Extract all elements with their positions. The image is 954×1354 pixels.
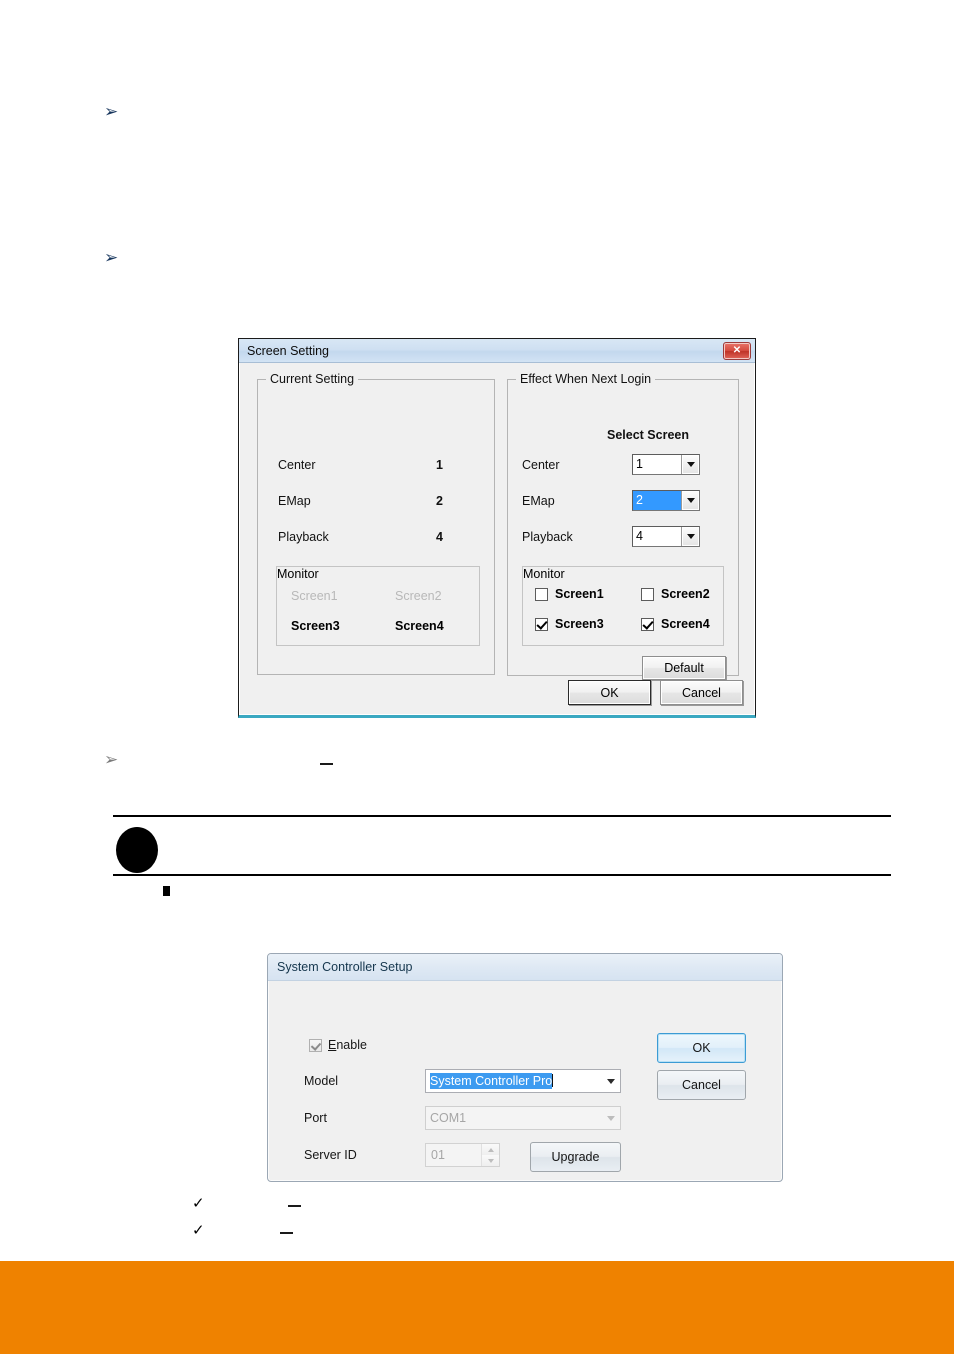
arrow-bullet-1: ➢ [104,102,119,122]
current-monitor-screen2: Screen2 [395,589,442,603]
text-caret [552,1074,554,1087]
emap-screen-select[interactable]: 2 [632,490,700,511]
checkbox-screen4-box[interactable] [641,617,654,631]
chevron-down-icon[interactable] [602,1070,620,1092]
checkbox-screen1-box[interactable] [535,587,548,601]
enable-checkbox-box[interactable] [309,1038,322,1052]
chevron-down-icon[interactable] [602,1107,620,1129]
check-bullet-2: ✓ [192,1221,205,1239]
footer-band [0,1261,954,1354]
next-playback-label: Playback [522,530,573,544]
playback-screen-select[interactable]: 4 [632,526,700,547]
dialog-title: Screen Setting [247,343,329,358]
checkbox-screen2[interactable]: Screen2 [641,587,710,601]
next-center-label: Center [522,458,560,472]
chevron-down-icon[interactable] [681,527,699,546]
checkbox-screen2-box[interactable] [641,587,654,601]
current-monitor-screen4: Screen4 [395,619,444,633]
dialog-body: Current Setting Center 1 EMap 2 Playback… [239,363,755,717]
dialog-titlebar[interactable]: Screen Setting ✕ [239,339,755,363]
current-emap-label: EMap [278,494,311,508]
current-monitor-screen3: Screen3 [291,619,340,633]
model-value: System Controller Pro [430,1073,553,1089]
current-center-value: 1 [436,458,443,472]
enable-checkbox[interactable]: Enable [309,1038,367,1052]
arrow-bullet-3: ➢ [104,750,119,770]
upgrade-button[interactable]: Upgrade [530,1142,621,1172]
spinner-down-icon[interactable] [482,1155,499,1166]
current-emap-value: 2 [436,494,443,508]
server-id-stepper[interactable]: 01 [425,1143,500,1167]
chevron-down-icon[interactable] [681,491,699,510]
note-bullet-circle [116,827,158,873]
cancel-button-2[interactable]: Cancel [657,1070,746,1100]
port-select[interactable]: COM1 [425,1106,621,1130]
close-icon[interactable]: ✕ [723,341,751,360]
emap-screen-value: 2 [633,491,681,510]
screen-setting-dialog: Screen Setting ✕ Current Setting Center … [238,338,756,718]
arrow-bullet-2: ➢ [104,248,119,268]
model-value-wrap: System Controller Pro [426,1070,602,1092]
checkbox-screen1-label: Screen1 [555,587,604,601]
current-playback-value: 4 [436,530,443,544]
effect-next-login-group: Effect When Next Login Select Screen Cen… [507,372,739,680]
system-controller-setup-dialog: System Controller Setup Enable Model Sys… [267,953,783,1182]
square-bullet [163,886,170,896]
port-label: Port [304,1111,327,1125]
checkbox-screen4[interactable]: Screen4 [641,617,710,631]
ok-button[interactable]: OK [568,680,651,705]
checkbox-screen4-label: Screen4 [661,617,710,631]
checkbox-screen3-box[interactable] [535,617,548,631]
ok-button-2[interactable]: OK [657,1033,746,1063]
note-top-rule [113,815,891,817]
select-screen-header: Select Screen [607,428,689,442]
server-id-spin-buttons[interactable] [481,1144,499,1166]
current-setting-legend: Current Setting [266,372,359,386]
dialog2-titlebar[interactable]: System Controller Setup [268,954,782,981]
checkbox-screen2-label: Screen2 [661,587,710,601]
current-monitor-legend: Monitor [277,567,319,581]
cancel-button[interactable]: Cancel [660,680,743,705]
center-screen-select[interactable]: 1 [632,454,700,475]
model-label: Model [304,1074,339,1088]
effect-next-login-legend: Effect When Next Login [516,372,656,386]
current-center-label: Center [278,458,316,472]
dash-mark-3 [280,1232,293,1234]
next-monitor-group: Monitor Screen1 Screen2 Screen3 Screen4 [522,566,724,646]
current-setting-group: Current Setting Center 1 EMap 2 Playback… [257,372,495,675]
next-emap-label: EMap [522,494,555,508]
default-button[interactable]: Default [642,656,726,680]
center-screen-value: 1 [636,457,643,471]
spinner-up-icon[interactable] [482,1144,499,1155]
model-select[interactable]: System Controller Pro [425,1069,621,1093]
enable-label-rest: nable [336,1038,367,1052]
current-playback-label: Playback [278,530,329,544]
playback-screen-value: 4 [636,529,643,543]
dash-mark-2 [288,1205,301,1207]
server-id-label: Server ID [304,1148,357,1162]
dialog2-body: Enable Model System Controller Pro Port … [268,981,782,1181]
note-bottom-rule [113,874,891,876]
check-bullet-1: ✓ [192,1194,205,1212]
current-monitor-screen1: Screen1 [291,589,338,603]
checkbox-screen3[interactable]: Screen3 [535,617,604,631]
next-monitor-legend: Monitor [523,567,565,581]
enable-checkbox-label: Enable [328,1038,367,1052]
port-value: COM1 [430,1111,467,1125]
server-id-value: 01 [431,1148,445,1162]
checkbox-screen3-label: Screen3 [555,617,604,631]
dash-mark-1 [320,763,333,765]
checkbox-screen1[interactable]: Screen1 [535,587,604,601]
dialog2-title: System Controller Setup [277,960,413,974]
current-monitor-group: Monitor Screen1 Screen2 Screen3 Screen4 [276,566,480,646]
chevron-down-icon[interactable] [681,455,699,474]
